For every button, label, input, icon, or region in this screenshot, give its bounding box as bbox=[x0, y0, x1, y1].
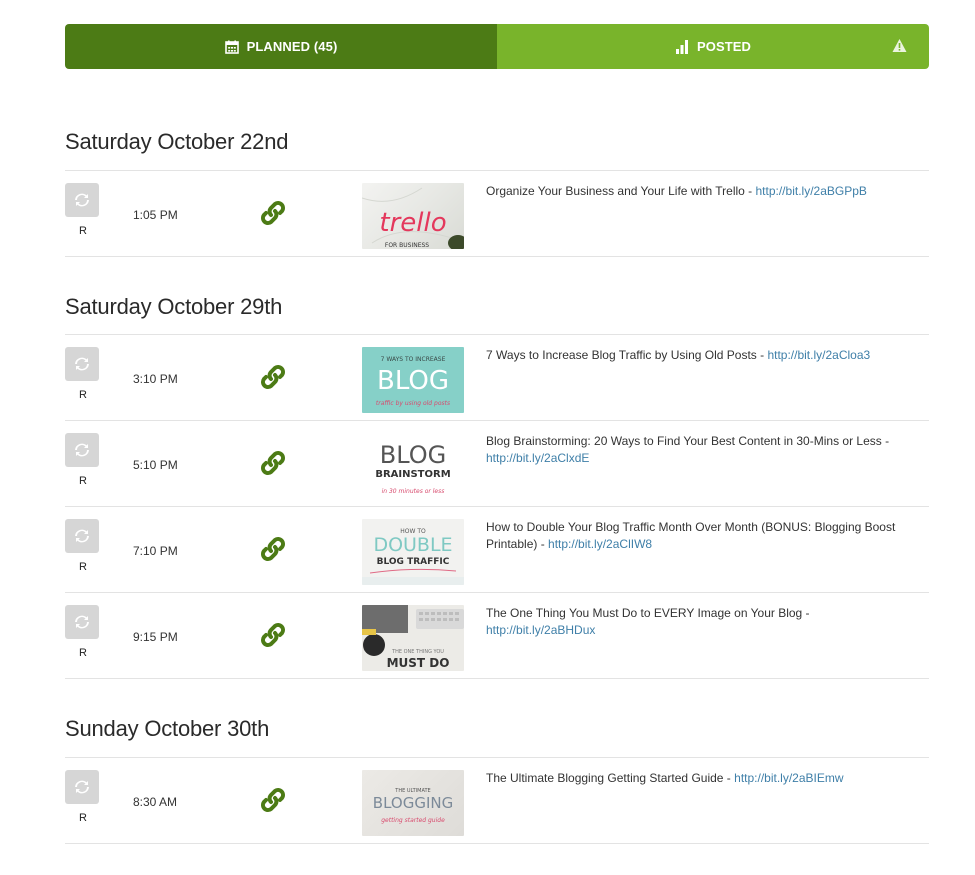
post-link[interactable]: http://bit.ly/2aBIEmw bbox=[734, 771, 843, 785]
tab-posted-label: POSTED bbox=[696, 39, 752, 54]
post-list: R 8:30 AM THE ULTIMATE BLOGGING getting … bbox=[65, 757, 929, 844]
thumb-subtitle: BRAINSTORM bbox=[375, 469, 450, 480]
day-heading: Sunday October 30th bbox=[65, 716, 270, 741]
post-row[interactable]: R 1:05 PM trello FOR BUSINESS Organize Y… bbox=[65, 171, 929, 257]
post-thumbnail[interactable]: THE ULTIMATE BLOGGING getting started gu… bbox=[362, 770, 464, 836]
post-description: How to Double Your Blog Traffic Month Ov… bbox=[486, 519, 906, 553]
post-row[interactable]: R 8:30 AM THE ULTIMATE BLOGGING getting … bbox=[65, 758, 929, 844]
thumb-subtitle: DOUBLE bbox=[373, 534, 452, 556]
link-icon[interactable] bbox=[257, 784, 289, 816]
warning-icon[interactable] bbox=[892, 38, 907, 53]
post-list: R 1:05 PM trello FOR BUSINESS Organize Y… bbox=[65, 170, 929, 257]
link-icon[interactable] bbox=[257, 197, 289, 229]
post-title: Blog Brainstorming: 20 Ways to Find Your… bbox=[486, 434, 890, 448]
post-thumbnail[interactable]: 7 WAYS TO INCREASE BLOG traffic by using… bbox=[362, 347, 464, 413]
repeat-icon bbox=[65, 347, 99, 381]
post-title: The One Thing You Must Do to EVERY Image… bbox=[486, 606, 810, 620]
link-icon[interactable] bbox=[257, 619, 289, 651]
post-description: 7 Ways to Increase Blog Traffic by Using… bbox=[486, 347, 906, 364]
tab-planned[interactable]: PLANNED (45) bbox=[65, 24, 497, 69]
repeat-icon bbox=[65, 605, 99, 639]
profile-initial: R bbox=[79, 475, 87, 487]
post-link[interactable]: http://bit.ly/2aClIW8 bbox=[548, 537, 652, 551]
tab-posted[interactable]: POSTED bbox=[497, 24, 929, 69]
repeat-icon bbox=[65, 433, 99, 467]
post-title: 7 Ways to Increase Blog Traffic by Using… bbox=[486, 348, 768, 362]
post-link[interactable]: http://bit.ly/2aCloa3 bbox=[767, 348, 870, 362]
post-time: 1:05 PM bbox=[133, 208, 178, 222]
thumb-title: THE ONE THING YOU bbox=[391, 649, 444, 655]
post-row[interactable]: R 9:15 PM THE ONE THING YOU MUST DO The … bbox=[65, 593, 929, 679]
thumb-caption: getting started guide bbox=[381, 817, 445, 824]
repeat-icon bbox=[65, 519, 99, 553]
post-row[interactable]: R 5:10 PM BLOG BRAINSTORM in 30 minutes … bbox=[65, 421, 929, 507]
post-time: 3:10 PM bbox=[133, 372, 178, 386]
thumb-subtitle: FOR BUSINESS bbox=[385, 242, 429, 249]
profile-initial: R bbox=[79, 561, 87, 573]
repeat-icon bbox=[65, 183, 99, 217]
post-thumbnail[interactable]: THE ONE THING YOU MUST DO bbox=[362, 605, 464, 671]
day-heading: Saturday October 29th bbox=[65, 294, 283, 319]
thumb-caption: BLOG TRAFFIC bbox=[377, 557, 450, 567]
thumb-subtitle: MUST DO bbox=[387, 656, 450, 670]
post-time: 8:30 AM bbox=[133, 795, 178, 809]
post-row[interactable]: R 7:10 PM HOW TO DOUBLE BLOG TRAFFIC How… bbox=[65, 507, 929, 593]
post-description: The One Thing You Must Do to EVERY Image… bbox=[486, 605, 906, 639]
post-description: Blog Brainstorming: 20 Ways to Find Your… bbox=[486, 433, 906, 467]
post-row[interactable]: R 3:10 PM 7 WAYS TO INCREASE BLOG traffi… bbox=[65, 335, 929, 421]
bar-chart-icon bbox=[675, 39, 689, 54]
post-list: R 3:10 PM 7 WAYS TO INCREASE BLOG traffi… bbox=[65, 334, 929, 679]
post-description: The Ultimate Blogging Getting Started Gu… bbox=[486, 770, 906, 787]
profile-initial: R bbox=[79, 389, 87, 401]
thumb-title: BLOG bbox=[380, 441, 446, 469]
post-time: 9:15 PM bbox=[133, 630, 178, 644]
post-link[interactable]: http://bit.ly/2aClxdE bbox=[486, 451, 589, 465]
thumb-subtitle: BLOGGING bbox=[373, 794, 453, 812]
thumb-caption: in 30 minutes or less bbox=[382, 488, 445, 495]
post-time: 7:10 PM bbox=[133, 544, 178, 558]
link-icon[interactable] bbox=[257, 447, 289, 479]
post-title: Organize Your Business and Your Life wit… bbox=[486, 184, 756, 198]
post-thumbnail[interactable]: BLOG BRAINSTORM in 30 minutes or less bbox=[362, 433, 464, 499]
post-title: The Ultimate Blogging Getting Started Gu… bbox=[486, 771, 735, 785]
post-time: 5:10 PM bbox=[133, 458, 178, 472]
post-link[interactable]: http://bit.ly/2aBHDux bbox=[486, 623, 595, 637]
day-heading: Saturday October 22nd bbox=[65, 129, 289, 154]
queue-tabs: PLANNED (45) POSTED bbox=[65, 24, 929, 69]
profile-initial: R bbox=[79, 225, 87, 237]
post-link[interactable]: http://bit.ly/2aBGPpB bbox=[756, 184, 867, 198]
link-icon[interactable] bbox=[257, 361, 289, 393]
schedule-page: PLANNED (45) POSTED Saturday October 22n bbox=[0, 0, 975, 875]
tab-planned-label: PLANNED (45) bbox=[246, 39, 338, 54]
link-icon[interactable] bbox=[257, 533, 289, 565]
thumb-caption: traffic by using old posts bbox=[376, 400, 450, 407]
thumb-title: trello bbox=[379, 208, 446, 238]
thumb-title: 7 WAYS TO INCREASE bbox=[381, 356, 446, 363]
thumb-subtitle: BLOG bbox=[377, 366, 449, 396]
post-thumbnail[interactable]: trello FOR BUSINESS bbox=[362, 183, 464, 249]
post-thumbnail[interactable]: HOW TO DOUBLE BLOG TRAFFIC bbox=[362, 519, 464, 585]
repeat-icon bbox=[65, 770, 99, 804]
post-description: Organize Your Business and Your Life wit… bbox=[486, 183, 906, 200]
calendar-icon bbox=[224, 40, 239, 54]
profile-initial: R bbox=[79, 812, 87, 824]
profile-initial: R bbox=[79, 647, 87, 659]
